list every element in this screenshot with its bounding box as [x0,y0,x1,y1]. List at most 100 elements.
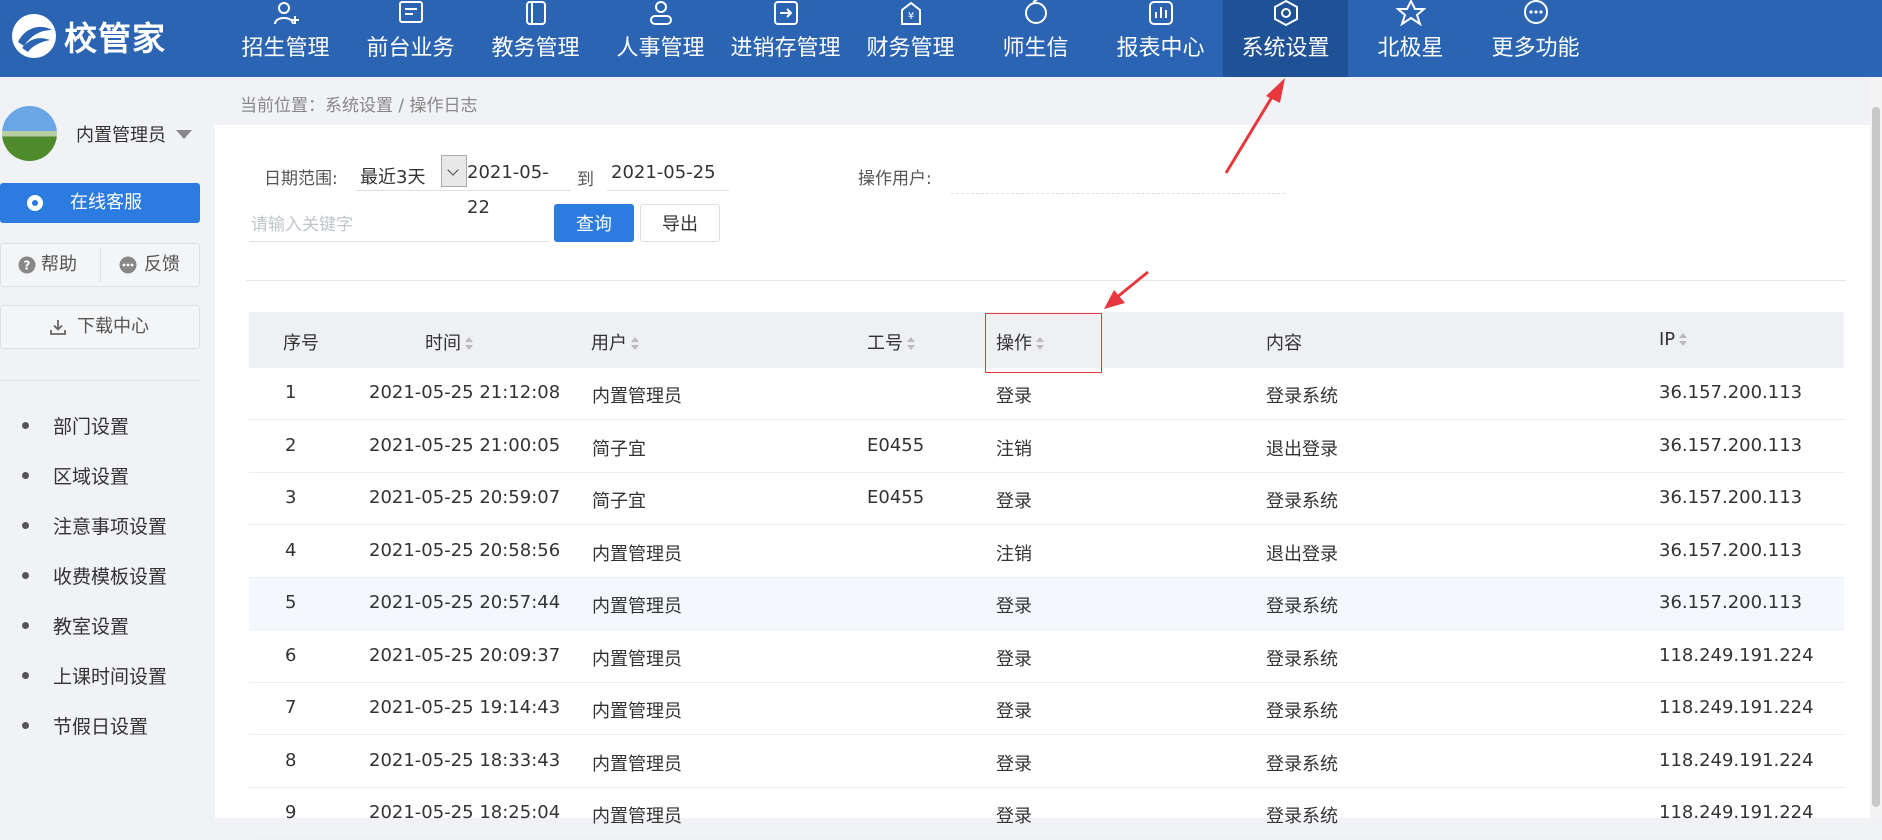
nav-item-label: 教务管理 [491,36,580,61]
nav-item-3[interactable]: 人事管理 [598,0,723,77]
column-header-time[interactable]: 时间 [425,329,473,355]
sidebar-menu-item[interactable]: 教室设置 [0,600,215,650]
table-row[interactable]: 1 2021-05-25 21:12:08 内置管理员 登录 登录系统 36.157.20… [249,368,1844,420]
table-row[interactable]: 2 2021-05-25 21:00:05 简子宜 E0455 注销 退出登录 36.157… [249,421,1844,473]
app-logo[interactable]: 校管家 [10,6,166,66]
divider [0,380,200,381]
sort-icon[interactable] [465,337,473,351]
column-header-emp-no[interactable]: 工号 [867,329,915,355]
nav-item-4[interactable]: 进销存管理 [723,0,848,77]
cell-action: 登录 [996,596,1032,617]
cell-index: 9 [285,802,297,823]
nav-item-label: 报表中心 [1116,36,1205,61]
sidebar-menu-item[interactable]: 上课时间设置 [0,650,215,700]
cell-index: 6 [285,644,297,666]
cell-index: 2 [285,434,297,456]
cell-content: 登录系统 [1266,701,1338,722]
online-service-button[interactable]: 在线客服 [0,183,200,223]
feedback-button[interactable]: 反馈 [101,244,200,286]
cell-content: 登录系统 [1266,753,1338,775]
cell-action: 登录 [996,648,1032,670]
cell-action: 注销 [996,438,1032,460]
sort-icon[interactable] [907,337,915,351]
cell-ip: 36.157.200.113 [1659,592,1803,613]
nav-item-1[interactable]: 前台业务 [348,0,473,77]
help-label: 帮助 [41,254,77,275]
table-row[interactable]: 5 2021-05-25 20:57:44 内置管理员 登录 登录系统 36.157.20… [249,578,1844,630]
question-icon: ? [18,256,36,274]
scrollbar-thumb[interactable] [1872,107,1880,807]
query-button[interactable]: 查询 [554,204,634,242]
table-row[interactable]: 9 2021-05-25 18:25:04 内置管理员 登录 登录系统 118.249.1… [249,788,1844,840]
nav-item-8[interactable]: 系统设置 [1223,0,1348,77]
sidebar-menu-item[interactable]: 节假日设置 [0,700,215,750]
to-label: 到 [577,170,594,190]
main-nav: 招生管理 前台业务 教务管理 人事管理 进销存管理 ¥ 财务管理 师生信 报表中心 系统设置 北极星… [223,0,1598,77]
start-date-input[interactable]: 2021-05-22 [467,155,571,218]
logo-text: 校管家 [64,19,166,58]
sort-icon[interactable] [631,337,639,351]
top-navigation-bar: 校管家 招生管理 前台业务 教务管理 人事管理 进销存管理 ¥ 财务管理 师生信 报表中心 系统设… [0,0,1882,77]
operator-user-label: 操作用户: [858,169,932,189]
avatar[interactable] [2,106,57,161]
cell-time: 2021-05-25 20:59:07 [369,487,561,508]
nav-item-2[interactable]: 教务管理 [473,0,598,77]
operation-log-panel: 日期范围: 最近3天 2021-05-22 到 2021-05-25 操作用户:… [215,125,1882,840]
cell-user: 内置管理员 [592,806,682,827]
download-center-button[interactable]: 下载中心 [0,305,200,349]
chevron-down-icon[interactable] [441,155,467,187]
cell-time: 2021-05-25 18:25:04 [369,802,561,823]
nav-item-0[interactable]: 招生管理 [223,0,348,77]
divider [246,280,1846,281]
help-button[interactable]: ? 帮助 [1,244,100,286]
cell-content: 登录系统 [1266,386,1338,407]
nav-item-5[interactable]: ¥ 财务管理 [848,0,973,77]
nav-item-label: 进销存管理 [730,36,841,61]
date-range-value: 最近3天 [360,167,426,188]
cell-content: 退出登录 [1266,438,1338,460]
cell-time: 2021-05-25 19:14:43 [369,697,561,718]
sidebar-menu-item-label: 节假日设置 [53,716,149,738]
sidebar-menu-item[interactable]: 收费模板设置 [0,550,215,600]
nav-item-10[interactable]: 更多功能 [1473,0,1598,77]
chat-icon [27,195,43,211]
feedback-label: 反馈 [144,254,180,275]
table-row[interactable]: 8 2021-05-25 18:33:43 内置管理员 登录 登录系统 118.249.1… [249,736,1844,788]
column-header-index: 序号 [283,333,319,354]
yen-bag-icon: ¥ [900,1,921,25]
cell-action: 注销 [996,543,1032,565]
column-header-user[interactable]: 用户 [591,329,639,355]
sidebar-menu-item[interactable]: 注意事项设置 [0,500,215,550]
sidebar-menu-item-label: 上课时间设置 [53,666,168,688]
nav-item-7[interactable]: 报表中心 [1098,0,1223,77]
table-row[interactable]: 3 2021-05-25 20:59:07 简子宜 E0455 登录 登录系统 36.157… [249,473,1844,525]
nav-item-6[interactable]: 师生信 [973,0,1098,77]
table-row[interactable]: 6 2021-05-25 20:09:37 内置管理员 登录 登录系统 118.249.1… [249,631,1844,683]
export-button[interactable]: 导出 [640,204,720,242]
annotation-highlight-box [985,313,1102,373]
date-range-select[interactable]: 最近3天 [356,155,480,191]
column-header-ip[interactable]: IP [1659,329,1688,350]
cell-action: 登录 [996,701,1032,722]
user-name[interactable]: 内置管理员 [76,121,166,147]
more-icon [1523,0,1548,24]
keyword-search-input[interactable] [249,208,549,242]
cell-content: 登录系统 [1266,491,1338,512]
svg-text:¥: ¥ [907,11,913,22]
cell-time: 2021-05-25 20:58:56 [369,539,561,561]
table-row[interactable]: 4 2021-05-25 20:58:56 内置管理员 注销 退出登录 36.157.20… [249,526,1844,578]
sort-icon[interactable] [1679,333,1688,347]
sidebar-menu-item[interactable]: 部门设置 [0,400,215,450]
nav-item-9[interactable]: 北极星 [1348,0,1473,77]
page-scrollbar[interactable] [1870,77,1882,818]
table-row[interactable]: 7 2021-05-25 19:14:43 内置管理员 登录 登录系统 118.249.1… [249,683,1844,735]
cell-user: 内置管理员 [592,596,682,617]
caret-down-icon[interactable] [176,130,192,139]
book-icon [525,1,546,25]
user-add-icon [273,2,299,25]
operator-user-input[interactable] [951,156,1285,194]
cell-index: 1 [285,382,297,403]
cell-time: 2021-05-25 21:12:08 [369,382,561,403]
end-date-input[interactable]: 2021-05-25 [607,155,729,191]
sidebar-menu-item[interactable]: 区域设置 [0,450,215,500]
